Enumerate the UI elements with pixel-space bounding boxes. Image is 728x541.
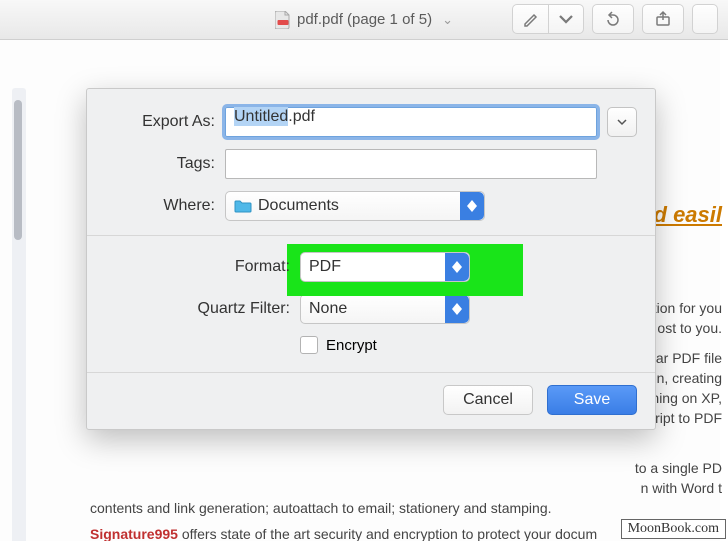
save-button[interactable]: Save — [547, 385, 637, 415]
share-button[interactable] — [642, 4, 684, 34]
tags-label: Tags: — [105, 155, 225, 173]
bg-line-bottom: contents and link generation; autoattach… — [90, 498, 552, 519]
tags-input[interactable] — [225, 149, 597, 179]
where-value: Documents — [258, 197, 339, 215]
format-value: PDF — [309, 258, 341, 276]
more-button[interactable] — [692, 4, 718, 34]
format-popup[interactable]: PDF — [300, 252, 470, 282]
bg-line: ching on XP, — [644, 388, 722, 409]
bg-line: to a single PD — [635, 458, 722, 479]
quartz-filter-label: Quartz Filter: — [105, 300, 300, 318]
format-label: Format: — [105, 258, 300, 276]
popup-arrows-icon — [445, 295, 469, 323]
bg-signature-line: Signature995 offers state of the art sec… — [90, 524, 597, 541]
bg-line: ost to you. — [657, 318, 722, 339]
pdf-file-icon — [275, 11, 291, 29]
export-dialog: Export As: Untitled.pdf Tags: Where: — [86, 88, 656, 430]
markup-dropdown-button[interactable] — [548, 4, 584, 34]
scrollbar-thumb[interactable] — [14, 100, 22, 240]
popup-arrows-icon — [445, 253, 469, 281]
encrypt-label: Encrypt — [326, 337, 377, 354]
bg-header-link: d easil — [654, 198, 722, 231]
popup-arrows-icon — [460, 192, 484, 220]
title-center[interactable]: pdf.pdf (page 1 of 5) ⌄ — [275, 11, 453, 29]
quartz-filter-popup[interactable]: None — [300, 294, 470, 324]
where-label: Where: — [105, 197, 225, 215]
document-title: pdf.pdf (page 1 of 5) — [297, 11, 432, 28]
where-popup[interactable]: Documents — [225, 191, 485, 221]
disclosure-button[interactable] — [607, 107, 637, 137]
bg-signature-name: Signature995 — [90, 526, 178, 541]
folder-icon — [234, 199, 252, 213]
bg-line: n with Word t — [641, 478, 722, 499]
cancel-button[interactable]: Cancel — [443, 385, 533, 415]
bg-line: ion, creating — [646, 368, 722, 389]
markup-button[interactable] — [512, 4, 548, 34]
export-as-input[interactable]: Untitled.pdf — [225, 107, 597, 137]
quartz-filter-value: None — [309, 300, 347, 318]
encrypt-checkbox[interactable] — [300, 336, 318, 354]
titlebar: pdf.pdf (page 1 of 5) ⌄ — [0, 0, 728, 40]
app-window: pdf.pdf (page 1 of 5) ⌄ d eas — [0, 0, 728, 541]
export-as-label: Export As: — [105, 113, 225, 131]
rotate-button[interactable] — [592, 4, 634, 34]
chevron-down-icon: ⌄ — [442, 12, 453, 28]
watermark: MoonBook.com — [621, 519, 726, 539]
toolbar-right — [512, 4, 718, 34]
